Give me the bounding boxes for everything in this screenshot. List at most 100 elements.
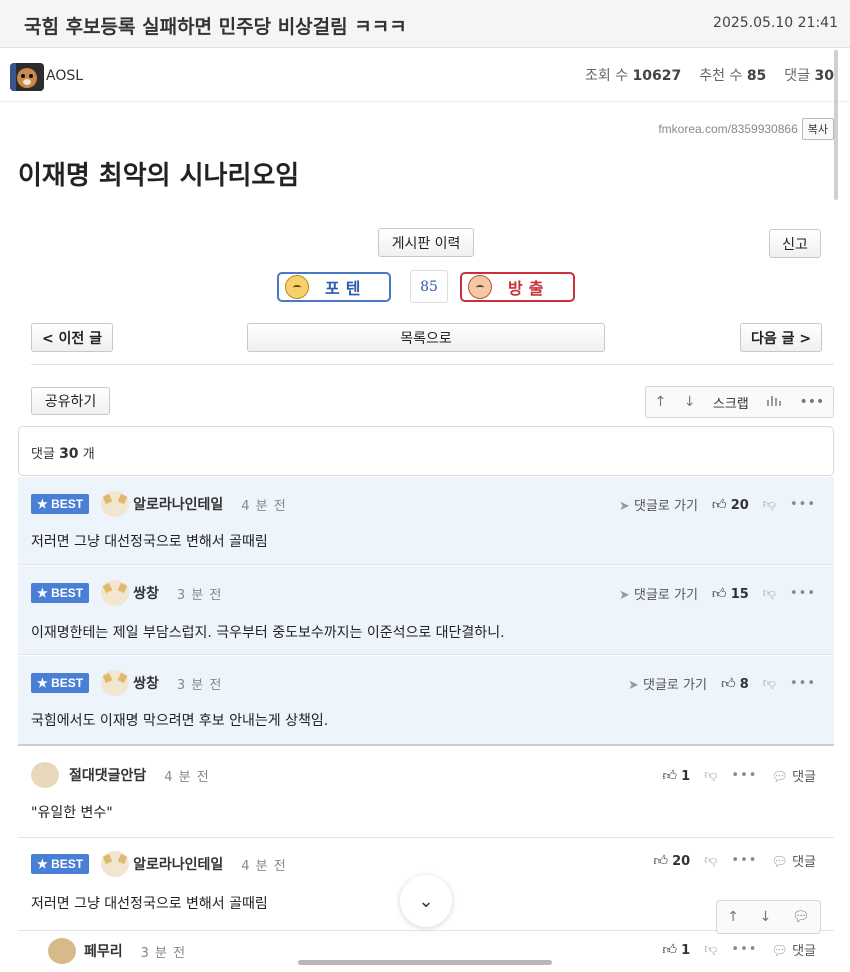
- divider: [31, 364, 834, 365]
- author-name[interactable]: AOSL: [46, 68, 83, 84]
- home-indicator: [298, 960, 552, 965]
- avatar[interactable]: [101, 670, 130, 696]
- more-icon[interactable]: •••: [731, 768, 757, 783]
- reply-button[interactable]: 💬︎ 댓글: [771, 766, 816, 785]
- like-button[interactable]: 👍︎ 20: [653, 852, 690, 869]
- next-post-button[interactable]: 다음 글 >: [740, 323, 822, 352]
- comment-body: "유일한 변수": [31, 805, 113, 821]
- thumbs-up-icon: 👍︎: [711, 496, 727, 513]
- reply-button[interactable]: 💬︎ 댓글: [771, 851, 816, 870]
- more-icon[interactable]: •••: [731, 942, 757, 957]
- thumbs-down-icon[interactable]: 👎︎: [704, 853, 717, 868]
- comment: 절대댓글안담 4 분 전 👍︎ 1 👎︎ ••• 💬︎ 댓글 "유일한 변수": [18, 748, 834, 838]
- post-date: 2025.05.10 21:41: [713, 15, 838, 31]
- comment-body: 저러면 그냥 대선정국으로 변해서 골때림: [31, 896, 268, 912]
- more-icon[interactable]: •••: [731, 853, 757, 868]
- avatar[interactable]: [48, 938, 76, 964]
- comment: 페무리 3 분 전 👍︎ 1 👎︎ ••• 💬︎ 댓글: [18, 932, 834, 972]
- comment-body: 저러면 그냥 대선정국으로 변해서 골때림: [31, 534, 268, 550]
- thumbs-up-icon: 👍︎: [653, 852, 668, 869]
- best-comment: ★ BEST 알로라나인테일 4 분 전 ➤ 댓글로 가기 👍︎ 20 👎︎ •…: [18, 477, 834, 565]
- scrap-button[interactable]: 스크랩: [713, 393, 749, 412]
- best-badge: ★ BEST: [31, 583, 90, 603]
- thumbs-down-face-icon: [468, 275, 492, 299]
- like-button[interactable]: 👍︎ 15: [712, 585, 749, 602]
- best-badge: ★ BEST: [31, 494, 90, 514]
- comment-time: 3 분 전: [140, 945, 187, 961]
- recommend-stat: 추천 수 85: [699, 68, 767, 84]
- share-button[interactable]: 공유하기: [31, 387, 110, 415]
- arrow-down-icon[interactable]: ↓: [760, 909, 772, 925]
- thumbs-down-icon[interactable]: 👎︎: [763, 586, 776, 601]
- thumbs-down-icon[interactable]: 👎︎: [763, 676, 776, 691]
- vote-count: 85: [410, 270, 448, 303]
- thumbs-up-icon: 👍︎: [720, 675, 736, 692]
- thumbs-up-icon: 👍︎: [711, 585, 727, 602]
- more-icon[interactable]: •••: [790, 676, 816, 691]
- vote-down-button[interactable]: 방출: [460, 272, 575, 302]
- comment-time: 4 분 전: [241, 498, 287, 514]
- goto-comment-link[interactable]: ➤ 댓글로 가기: [619, 495, 698, 514]
- best-badge: ★ BEST: [31, 854, 90, 874]
- goto-comment-link[interactable]: ➤ 댓글로 가기: [619, 584, 698, 603]
- avatar[interactable]: [31, 762, 59, 788]
- back-to-list-button[interactable]: 목록으로: [247, 323, 605, 352]
- more-icon[interactable]: •••: [790, 497, 816, 512]
- thumbs-down-icon[interactable]: 👎︎: [763, 497, 776, 512]
- comment-time: 4 분 전: [164, 769, 210, 785]
- comment-author[interactable]: 절대댓글안담: [69, 765, 146, 785]
- reply-button[interactable]: 💬︎ 댓글: [771, 940, 816, 959]
- avatar[interactable]: [101, 491, 130, 517]
- avatar[interactable]: [101, 580, 130, 606]
- like-button[interactable]: 👍︎ 1: [662, 941, 690, 958]
- comment-time: 3 분 전: [176, 587, 223, 603]
- send-icon: ➤: [618, 498, 630, 514]
- like-button[interactable]: 👍︎ 20: [712, 496, 749, 513]
- board-history-button[interactable]: 게시판 이력: [378, 228, 474, 257]
- comment-time: 3 분 전: [176, 677, 223, 693]
- speech-bubble-icon: 💬︎: [771, 943, 788, 959]
- like-button[interactable]: 👍︎ 8: [721, 675, 749, 692]
- author-avatar[interactable]: [10, 63, 44, 91]
- author-row: AOSL 조회 수 10627 추천 수 85 댓글 30: [0, 50, 850, 102]
- scroll-down-button[interactable]: ⌄: [400, 875, 452, 927]
- comment-time: 4 분 전: [241, 858, 287, 874]
- best-comment: ★ BEST 쌍창 3 분 전 ➤ 댓글로 가기 👍︎ 8 👎︎ ••• 국힘에…: [18, 656, 834, 746]
- arrow-down-icon[interactable]: ↓: [684, 394, 696, 410]
- comment-body: 국힘에서도 이재명 막으려면 후보 안내는게 상책임.: [31, 713, 329, 729]
- send-icon: ➤: [618, 587, 630, 603]
- views-stat: 조회 수 10627: [585, 68, 682, 84]
- goto-comment-link[interactable]: ➤ 댓글로 가기: [628, 674, 707, 693]
- thumbs-up-icon: 👍︎: [662, 767, 678, 784]
- send-icon: ➤: [627, 677, 639, 693]
- vote-up-button[interactable]: 포텐: [277, 272, 391, 302]
- article-heading: 이재명 최악의 시나리오임: [18, 161, 300, 191]
- prev-post-button[interactable]: < 이전 글: [31, 323, 113, 352]
- comment-author[interactable]: 알로라나인테일: [133, 494, 223, 514]
- speech-bubble-icon: 💬︎: [771, 769, 788, 785]
- comment-author[interactable]: 쌍창: [133, 673, 159, 693]
- avatar[interactable]: [101, 851, 130, 877]
- post-url-line: fmkorea.com/8359930866 복사: [658, 118, 834, 140]
- post-title: 국힘 후보등록 실패하면 민주당 비상걸림 ㅋㅋㅋ: [24, 16, 407, 38]
- more-icon[interactable]: •••: [799, 394, 824, 410]
- post-title-bar: 국힘 후보등록 실패하면 민주당 비상걸림 ㅋㅋㅋ 2025.05.10 21:…: [0, 0, 850, 48]
- arrow-up-icon[interactable]: ↑: [655, 394, 667, 410]
- comment-author[interactable]: 알로라나인테일: [133, 854, 223, 874]
- best-comment: ★ BEST 쌍창 3 분 전 ➤ 댓글로 가기 👍︎ 15 👎︎ ••• 이재…: [18, 566, 834, 655]
- copy-url-button[interactable]: 복사: [801, 118, 834, 140]
- post-url[interactable]: fmkorea.com/8359930866: [658, 122, 797, 136]
- scrollbar[interactable]: [834, 50, 838, 200]
- arrow-up-icon[interactable]: ↑: [727, 909, 739, 925]
- like-button[interactable]: 👍︎ 1: [662, 767, 690, 784]
- thumbs-down-icon[interactable]: 👎︎: [704, 942, 717, 957]
- thumbs-up-face-icon: [285, 275, 309, 299]
- post-stats: 조회 수 10627 추천 수 85 댓글 30: [585, 65, 834, 85]
- bar-chart-icon[interactable]: [766, 394, 782, 410]
- speech-bubble-icon[interactable]: 💬︎: [792, 909, 810, 925]
- comment-author[interactable]: 쌍창: [133, 583, 159, 603]
- more-icon[interactable]: •••: [790, 586, 816, 601]
- thumbs-down-icon[interactable]: 👎︎: [704, 768, 717, 783]
- report-button[interactable]: 신고: [769, 229, 821, 258]
- comment-author[interactable]: 페무리: [84, 941, 123, 961]
